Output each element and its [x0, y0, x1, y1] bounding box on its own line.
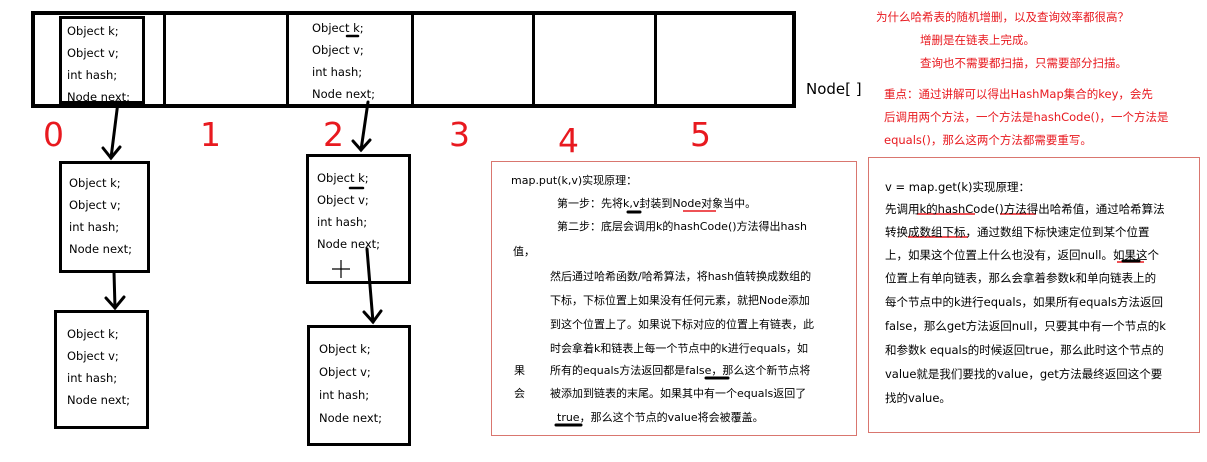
get-line: 先调用k的hashCode()方法得出哈希值，通过哈希算法 [885, 202, 1165, 216]
note-key-line: equals()，那么这两个方法都需要重写。 [884, 133, 1092, 147]
put-line: 被添加到链表的末尾。如果其中有一个equals返回了 [550, 387, 807, 400]
put-line: true，那么这个节点的value将会被覆盖。 [557, 411, 764, 424]
get-line: value就是我们要找的value，get方法最终返回这个要 [885, 367, 1163, 381]
put-line: 然后通过哈希函数/哈希算法，将hash值转换成数组的 [550, 270, 812, 283]
note-answer-query: 查询也不需要都扫描，只需要部分扫描。 [920, 56, 1127, 70]
get-line: false，那么get方法返回null，只要其中有一个节点的k [885, 319, 1166, 333]
put-line: 到这个位置上了。如果说下标对应的位置上有链表，此 [550, 318, 814, 331]
put-line: 下标，下标位置上如果没有任何元素，就把Node添加 [550, 294, 810, 307]
put-line: 第二步：底层会调用k的hashCode()方法得出hash [557, 220, 807, 233]
get-line: 每个节点中的k进行equals，如果所有equals方法返回 [885, 295, 1163, 309]
put-line: 值， [513, 245, 535, 258]
next-arrow [365, 247, 375, 324]
note-question: 为什么哈希表的随机增删，以及查询效率都很高？ [876, 10, 1129, 24]
cursor-crosshair [332, 260, 350, 278]
next-arrow [112, 270, 117, 310]
get-line: 找的value。 [885, 391, 951, 405]
note-key-line: 重点：通过讲解可以得出HashMap集合的key，会先 [884, 87, 1153, 101]
put-line: 时会拿着k和链表上每一个节点中的k进行equals，如 [550, 342, 808, 355]
put-line: 第一步：先将k,v封装到Node对象当中。 [557, 197, 757, 210]
note-key-line: 后调用两个方法，一个方法是hashCode()，一个方法是 [884, 110, 1169, 124]
get-line: 和参数k equals的时候返回true，那么此时这个节点的 [885, 343, 1164, 357]
note-answer-add: 增删是在链表上完成。 [920, 33, 1035, 47]
get-line: 转换成数组下标，通过数组下标快速定位到某个位置 [885, 225, 1150, 239]
get-line: 位置上有单向链表，那么会拿着参数k和单向链表上的 [885, 271, 1157, 285]
get-line: 上，如果这个位置上什么也没有，返回null。如果这个 [885, 248, 1159, 262]
put-line: 所有的equals方法返回都是false，那么这个新节点将 [550, 364, 811, 377]
put-side-char: 会 [514, 387, 525, 400]
put-title: map.put(k,v)实现原理： [511, 174, 638, 187]
get-title: v = map.get(k)实现原理： [885, 180, 1030, 194]
put-side-char: 果 [514, 364, 525, 377]
